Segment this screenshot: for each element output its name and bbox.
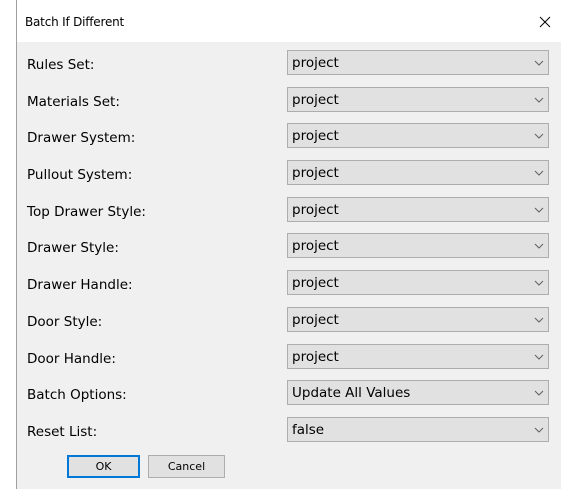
reset-list-value: false [292, 422, 325, 438]
chevron-down-icon [534, 315, 544, 325]
form-row-door-style: Door Style: project [17, 307, 561, 335]
materials-set-label: Materials Set: [27, 94, 120, 110]
door-handle-label: Door Handle: [27, 351, 116, 367]
batch-options-label: Batch Options: [27, 387, 127, 403]
form-row-drawer-system: Drawer System: project [17, 123, 561, 151]
form-row-drawer-style: Drawer Style: project [17, 233, 561, 261]
chevron-down-icon [534, 241, 544, 251]
door-style-label: Door Style: [27, 314, 103, 330]
cancel-button[interactable]: Cancel [148, 455, 225, 478]
drawer-style-label: Drawer Style: [27, 240, 119, 256]
pullout-system-value: project [292, 165, 339, 181]
materials-set-select[interactable]: project [287, 87, 549, 112]
chevron-down-icon [534, 95, 544, 105]
door-handle-select[interactable]: project [287, 344, 549, 369]
top-drawer-style-select[interactable]: project [287, 197, 549, 222]
drawer-system-label: Drawer System: [27, 130, 136, 146]
reset-list-label: Reset List: [27, 424, 98, 440]
rules-set-label: Rules Set: [27, 57, 95, 73]
title-bar: Batch If Different [17, 0, 561, 42]
form-row-drawer-handle: Drawer Handle: project [17, 270, 561, 298]
form-row-door-handle: Door Handle: project [17, 344, 561, 372]
top-drawer-style-label: Top Drawer Style: [27, 204, 146, 220]
chevron-down-icon [534, 168, 544, 178]
close-button[interactable] [531, 8, 559, 36]
drawer-handle-label: Drawer Handle: [27, 277, 133, 293]
form-row-rules-set: Rules Set: project [17, 50, 561, 78]
form-row-materials-set: Materials Set: project [17, 87, 561, 115]
drawer-style-select[interactable]: project [287, 233, 549, 258]
batch-options-value: Update All Values [292, 385, 411, 401]
form-row-top-drawer-style: Top Drawer Style: project [17, 197, 561, 225]
rules-set-select[interactable]: project [287, 50, 549, 75]
reset-list-select[interactable]: false [287, 417, 549, 442]
form-row-reset-list: Reset List: false [17, 417, 561, 445]
form-row-pullout-system: Pullout System: project [17, 160, 561, 188]
pullout-system-select[interactable]: project [287, 160, 549, 185]
chevron-down-icon [534, 58, 544, 68]
chevron-down-icon [534, 278, 544, 288]
chevron-down-icon [534, 388, 544, 398]
door-handle-value: project [292, 349, 339, 365]
ok-button[interactable]: OK [67, 455, 140, 478]
drawer-system-value: project [292, 128, 339, 144]
top-drawer-style-value: project [292, 202, 339, 218]
batch-options-select[interactable]: Update All Values [287, 380, 549, 405]
drawer-handle-select[interactable]: project [287, 270, 549, 295]
chevron-down-icon [534, 131, 544, 141]
drawer-style-value: project [292, 238, 339, 254]
door-style-value: project [292, 312, 339, 328]
materials-set-value: project [292, 92, 339, 108]
pullout-system-label: Pullout System: [27, 167, 133, 183]
drawer-handle-value: project [292, 275, 339, 291]
drawer-system-select[interactable]: project [287, 123, 549, 148]
dialog-content: Rules Set: project Materials Set: projec… [17, 42, 561, 489]
close-icon [539, 16, 551, 28]
chevron-down-icon [534, 352, 544, 362]
chevron-down-icon [534, 425, 544, 435]
dialog-title: Batch If Different [25, 15, 125, 29]
rules-set-value: project [292, 55, 339, 71]
form-row-batch-options: Batch Options: Update All Values [17, 380, 561, 408]
chevron-down-icon [534, 205, 544, 215]
door-style-select[interactable]: project [287, 307, 549, 332]
batch-if-different-dialog: Batch If Different Rules Set: project Ma… [16, 0, 561, 489]
